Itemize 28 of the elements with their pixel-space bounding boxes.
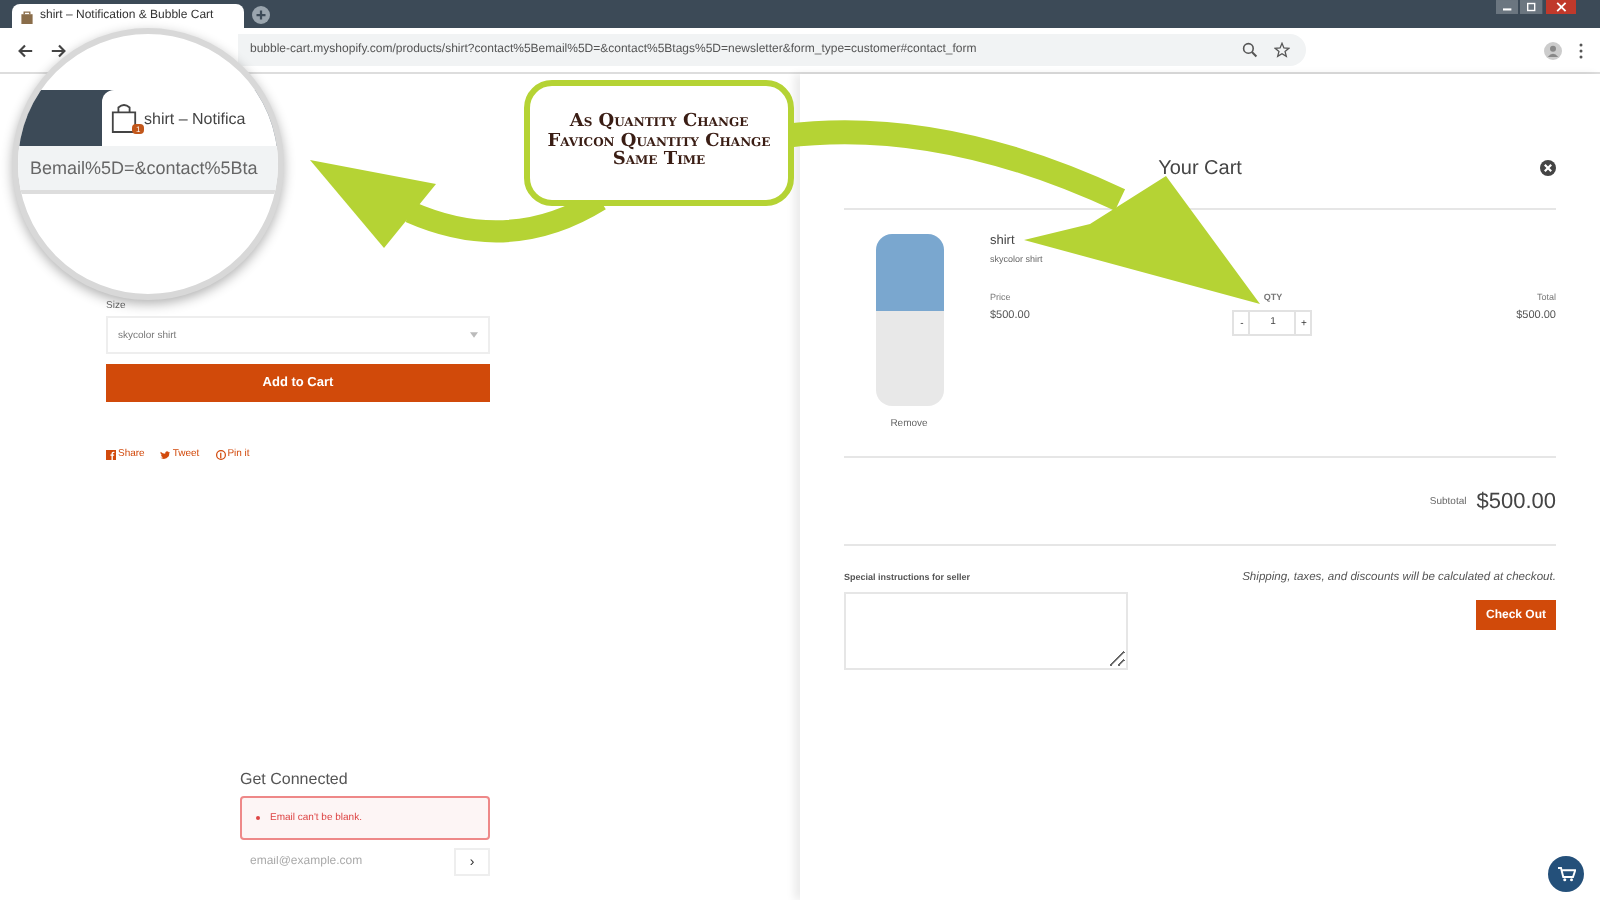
zoom-icon[interactable] [1242, 42, 1258, 58]
subtotal-value: $500.00 [1476, 489, 1556, 513]
magnified-url: Bemail%5D=&contact%5Bta [30, 158, 258, 178]
maximize-icon[interactable] [1520, 0, 1544, 14]
close-icon[interactable] [1545, 0, 1576, 14]
bag-icon [20, 9, 34, 23]
facebook-icon [106, 449, 116, 459]
cart-button[interactable] [1548, 856, 1584, 892]
instructions-field[interactable] [844, 592, 1128, 670]
close-icon[interactable] [1540, 160, 1556, 176]
pin-icon [215, 449, 226, 459]
forward-icon[interactable] [50, 41, 68, 59]
minimize-icon[interactable] [1496, 0, 1519, 14]
newsletter-title: Get Connected [240, 770, 348, 788]
bird-icon [160, 449, 171, 459]
callout-text: Favicon Quantity Change [547, 133, 771, 152]
caret-icon [470, 332, 478, 338]
profile-icon[interactable] [1544, 41, 1562, 59]
new-tab-icon[interactable] [252, 5, 270, 23]
magnified-tab-title: shirt – Notifica [144, 109, 246, 127]
callout-text: Same Time [612, 152, 706, 173]
cart-title: Your Cart [1158, 158, 1242, 180]
callout-text: As Quantity Change [569, 113, 749, 132]
cart-icon [1557, 866, 1575, 882]
menu-icon[interactable] [1578, 41, 1584, 59]
back-icon[interactable] [16, 41, 34, 59]
star-icon[interactable] [1274, 42, 1290, 58]
bag-badge-icon [110, 102, 138, 134]
